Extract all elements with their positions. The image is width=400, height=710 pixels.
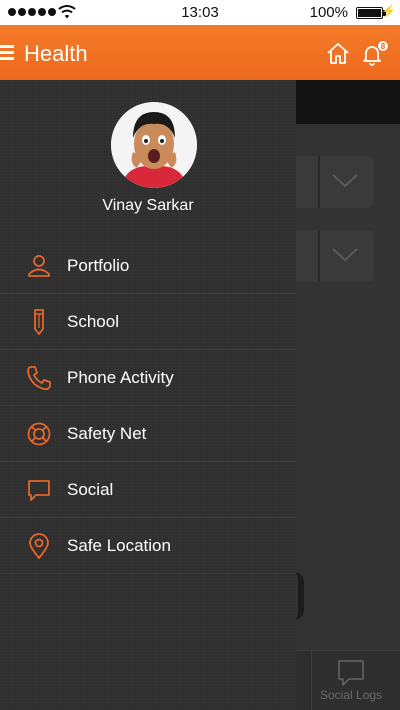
phone-icon — [27, 366, 51, 391]
menu-item-label: School — [67, 312, 119, 331]
person-icon — [28, 255, 50, 277]
hamburger-menu-icon[interactable] — [0, 45, 14, 61]
menu-item-portfolio[interactable]: Portfolio — [0, 238, 296, 294]
user-name: Vinay Sarkar — [102, 197, 194, 214]
menu-item-safe-location[interactable]: Safe Location — [0, 518, 296, 574]
menu-item-school[interactable]: School — [0, 294, 296, 350]
background-dropdown[interactable] — [296, 156, 374, 208]
chevron-down-icon — [332, 174, 358, 188]
page-title: Health — [24, 41, 88, 66]
battery-icon — [356, 7, 383, 19]
menu-item-phone-activity[interactable]: Phone Activity — [0, 350, 296, 406]
navigation-drawer: Vinay Sarkar Portfolio School Phone Acti… — [0, 80, 296, 710]
menu-item-label: Safety Net — [67, 424, 147, 443]
home-icon[interactable] — [326, 42, 350, 66]
lifebuoy-icon — [27, 422, 51, 446]
charging-icon: ⚡ — [381, 4, 396, 18]
menu-item-social[interactable]: Social — [0, 462, 296, 518]
background-top-band — [296, 80, 400, 124]
pencil-icon — [34, 309, 44, 335]
chevron-down-icon — [332, 248, 358, 262]
menu-item-label: Portfolio — [67, 256, 130, 275]
social-logs-tab-label[interactable]: Social Logs — [320, 688, 382, 702]
background-page: Social Logs — [296, 80, 400, 710]
speech-bubble-icon[interactable] — [337, 659, 365, 687]
user-avatar-image — [111, 102, 197, 188]
avatar[interactable] — [111, 102, 197, 188]
location-pin-icon — [29, 533, 49, 559]
status-bar: 13:03 100% ⚡ — [0, 0, 400, 25]
background-bottom-bar: Social Logs — [296, 650, 400, 710]
menu-item-safety-net[interactable]: Safety Net — [0, 406, 296, 462]
menu-item-label: Social — [67, 480, 114, 499]
chat-bubble-icon — [28, 480, 50, 501]
menu-item-label: Safe Location — [67, 536, 171, 555]
app-header: Health 8 — [0, 25, 400, 80]
menu-item-label: Phone Activity — [67, 368, 174, 387]
battery-percentage: 100% — [309, 4, 348, 21]
notification-badge: 8 — [377, 40, 389, 52]
drawer-menu: Portfolio School Phone Activity Safety N… — [0, 238, 296, 574]
background-dropdown[interactable] — [296, 230, 374, 282]
